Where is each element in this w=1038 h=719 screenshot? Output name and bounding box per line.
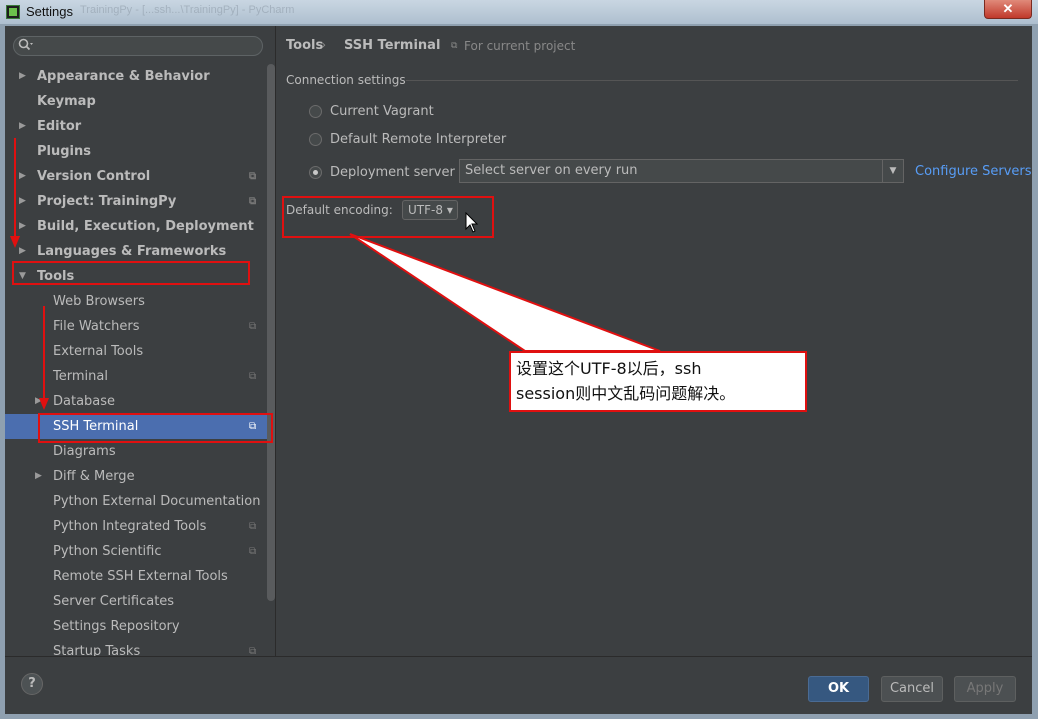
annotation-arrowhead-1 [10, 236, 20, 248]
callout-line-2: session则中文乱码问题解决。 [516, 384, 736, 403]
apply-button[interactable]: Apply [954, 676, 1016, 702]
cancel-button[interactable]: Cancel [881, 676, 943, 702]
callout-pointer [349, 233, 661, 352]
footer-divider [5, 656, 1032, 657]
title-bar: Settings TrainingPy - [...ssh...\Trainin… [0, 0, 1038, 24]
annotation-callout: 设置这个UTF-8以后，ssh session则中文乱码问题解决。 [509, 351, 807, 412]
tools-annotation-box [12, 261, 250, 285]
window-title: Settings [26, 4, 73, 19]
close-button[interactable]: ✕ [984, 0, 1032, 19]
window-title-background: TrainingPy - [...ssh...\TrainingPy] - Py… [80, 4, 295, 16]
settings-window: Settings TrainingPy - [...ssh...\Trainin… [0, 0, 1038, 719]
ok-button[interactable]: OK [808, 676, 869, 702]
ssh-terminal-annotation-box [38, 413, 273, 443]
callout-line-1: 设置这个UTF-8以后，ssh [516, 359, 702, 378]
help-button[interactable]: ? [21, 673, 43, 695]
settings-content: ▶ Appearance & Behavior Keymap ▶ Editor Plugi… [5, 26, 1032, 714]
annotation-arrowhead-2 [39, 398, 49, 410]
pycharm-app-icon [6, 5, 20, 19]
